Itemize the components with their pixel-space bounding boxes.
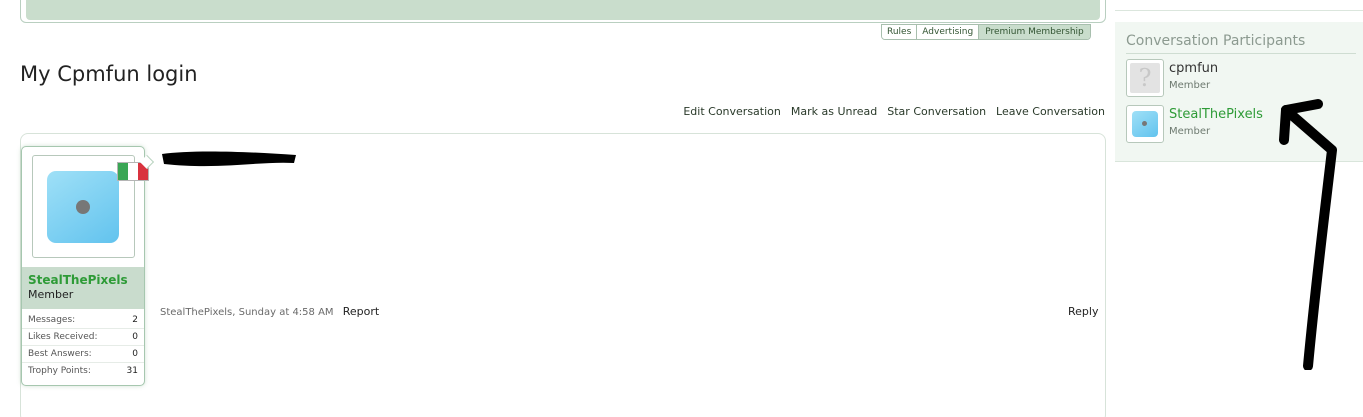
sidebar-heading-divider xyxy=(1126,53,1356,54)
stat-label: Trophy Points: xyxy=(28,366,91,376)
tab-advertising[interactable]: Advertising xyxy=(917,25,980,39)
message-meta: StealThePixels, Sunday at 4:58 AM Report xyxy=(160,305,379,318)
avatar-image xyxy=(47,171,119,243)
leave-conversation-link[interactable]: Leave Conversation xyxy=(996,105,1105,118)
stat-value[interactable]: 0 xyxy=(132,346,138,362)
message-author-timestamp[interactable]: StealThePixels, Sunday at 4:58 AM xyxy=(160,307,334,318)
tab-premium-membership[interactable]: Premium Membership xyxy=(979,25,1090,39)
sidebar-divider xyxy=(1115,10,1363,11)
reply-button[interactable]: Reply xyxy=(1068,305,1098,318)
message-author-name[interactable]: StealThePixels xyxy=(28,273,144,287)
message-user-info: StealThePixels Member Messages: 2 Likes … xyxy=(21,146,149,386)
user-stats: Messages: 2 Likes Received: 0 Best Answe… xyxy=(22,312,144,380)
mark-as-unread-link[interactable]: Mark as Unread xyxy=(791,105,877,118)
stat-value[interactable]: 31 xyxy=(127,363,138,380)
stat-label: Best Answers: xyxy=(28,349,92,359)
flag-stripe xyxy=(128,163,138,180)
star-conversation-link[interactable]: Star Conversation xyxy=(887,105,986,118)
participant-name[interactable]: cpmfun xyxy=(1169,61,1218,76)
stat-messages: Messages: 2 xyxy=(22,312,144,329)
header-banner xyxy=(20,0,1106,23)
annotation-arrow xyxy=(1279,99,1337,370)
participant-role: Member xyxy=(1169,126,1211,137)
report-link[interactable]: Report xyxy=(343,305,379,318)
avatar-dot xyxy=(76,200,90,214)
avatar-image xyxy=(1132,111,1158,137)
avatar[interactable] xyxy=(32,155,149,258)
user-name-block: StealThePixels Member xyxy=(22,267,144,309)
question-mark-icon: ? xyxy=(1130,63,1160,93)
sidebar-heading: Conversation Participants xyxy=(1126,33,1306,49)
edit-conversation-link[interactable]: Edit Conversation xyxy=(683,105,781,118)
stat-value[interactable]: 0 xyxy=(132,329,138,345)
message-author-title: Member xyxy=(28,288,74,301)
header-banner-fill xyxy=(26,0,1100,20)
stat-likes-received: Likes Received: 0 xyxy=(22,329,144,346)
avatar[interactable] xyxy=(1126,105,1164,143)
flag-stripe xyxy=(118,163,128,180)
avatar-dot xyxy=(1142,121,1147,126)
conversation-actions: Edit Conversation Mark as Unread Star Co… xyxy=(683,105,1105,118)
stat-label: Messages: xyxy=(28,315,76,325)
stat-value[interactable]: 2 xyxy=(132,312,138,328)
default-avatar-icon[interactable]: ? xyxy=(1126,59,1164,97)
participant-name[interactable]: StealThePixels xyxy=(1169,107,1263,122)
stat-trophy-points: Trophy Points: 31 xyxy=(22,363,144,380)
participant-role: Member xyxy=(1169,80,1211,91)
message-container xyxy=(20,133,1106,417)
tab-rules[interactable]: Rules xyxy=(882,25,918,39)
stat-label: Likes Received: xyxy=(28,332,98,342)
stat-best-answers: Best Answers: 0 xyxy=(22,346,144,363)
arrow-shaft xyxy=(1281,105,1337,370)
page-title: My Cpmfun login xyxy=(20,62,198,86)
redacted-message-text xyxy=(162,151,296,167)
header-tabs: Rules Advertising Premium Membership xyxy=(881,24,1091,40)
